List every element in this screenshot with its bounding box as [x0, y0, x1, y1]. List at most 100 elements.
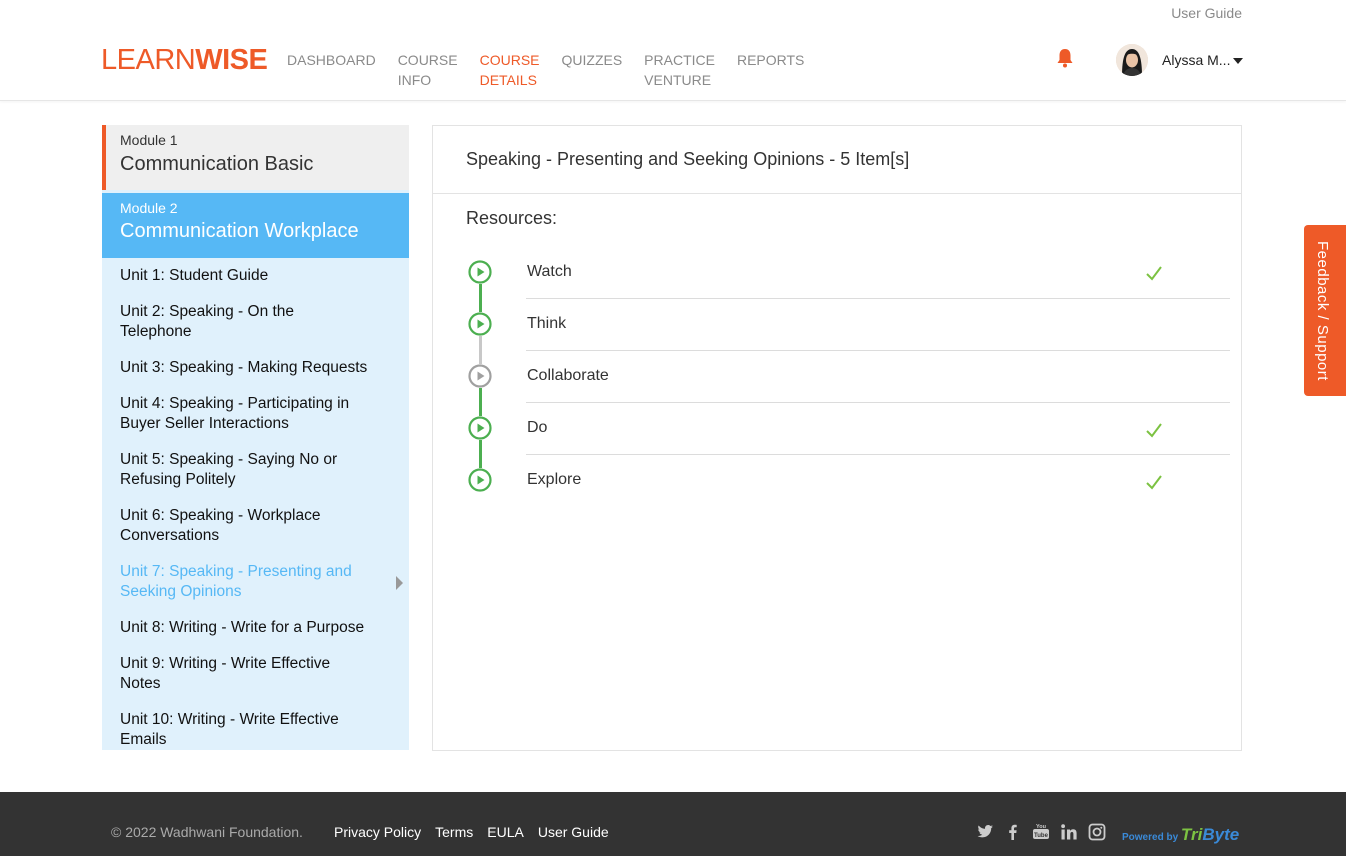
logo-learn: LEARN	[101, 44, 196, 76]
unit-label: Unit 4: Speaking - Participating in	[120, 395, 350, 412]
footer: © 2022 Wadhwani Foundation. Privacy Poli…	[0, 792, 1346, 856]
module-1-item[interactable]: Module 1 Communication Basic	[102, 125, 409, 190]
learnwise-logo[interactable]: LEARNWISE	[101, 44, 268, 76]
nav-course-details[interactable]: COURSE DETAILS	[480, 50, 540, 90]
divider	[526, 402, 1230, 403]
powered-by-text: Powered by	[1122, 832, 1179, 843]
module-2-item[interactable]: Module 2 Communication Workplace	[102, 193, 409, 258]
main-nav: DASHBOARD COURSE INFO COURSE DETAILS QUI…	[287, 50, 826, 90]
top-header: User Guide LEARNWISE DASHBOARD COURSE IN…	[0, 0, 1346, 101]
tribyte-brand: TriByte	[1181, 825, 1239, 844]
nav-label: COURSE	[397, 52, 458, 68]
course-sidebar: Module 1 Communication Basic Module 2 Co…	[102, 125, 409, 750]
unit-label: Unit 7: Speaking - Presenting and	[120, 563, 352, 580]
timeline-connector	[479, 440, 482, 468]
timeline-connector	[479, 388, 482, 416]
facebook-icon[interactable]	[1004, 823, 1022, 841]
privacy-policy-link[interactable]: Privacy Policy	[334, 824, 421, 840]
unit-label: Unit 2: Speaking - On the	[120, 303, 295, 320]
brand-part1: Tri	[1180, 825, 1203, 844]
nav-practice-venture[interactable]: PRACTICE VENTURE	[644, 50, 715, 90]
unit-item[interactable]: Unit 8: Writing - Write for a Purpose	[120, 618, 385, 638]
resource-watch[interactable]: Watch	[527, 263, 572, 281]
svg-text:Tube: Tube	[1034, 833, 1049, 839]
resource-collaborate[interactable]: Collaborate	[527, 367, 609, 385]
module-title: Communication Workplace	[120, 220, 359, 242]
play-circle-icon[interactable]	[468, 364, 492, 388]
unit-item-active[interactable]: Unit 7: Speaking - Presenting and Seekin…	[120, 562, 385, 602]
check-icon	[1146, 475, 1162, 490]
terms-link[interactable]: Terms	[435, 824, 473, 840]
footer-user-guide-link[interactable]: User Guide	[538, 824, 609, 840]
module-label: Module 2	[120, 200, 178, 216]
resource-do[interactable]: Do	[527, 419, 547, 437]
timeline-connector	[479, 284, 482, 312]
play-circle-icon[interactable]	[468, 312, 492, 336]
eula-link[interactable]: EULA	[487, 824, 524, 840]
nav-course-info[interactable]: COURSE INFO	[398, 50, 458, 90]
divider	[526, 350, 1230, 351]
unit-item[interactable]: Unit 1: Student Guide	[120, 266, 385, 286]
feedback-support-tab[interactable]: Feedback / Support	[1304, 225, 1346, 396]
resource-explore[interactable]: Explore	[527, 471, 581, 489]
active-unit-arrow-icon	[396, 576, 403, 590]
unit-label: Buyer Seller Interactions	[120, 415, 289, 432]
unit-label: Emails	[120, 731, 167, 748]
unit-item[interactable]: Unit 3: Speaking - Making Requests	[120, 358, 385, 378]
unit-item[interactable]: Unit 4: Speaking - Participating in Buye…	[120, 394, 385, 434]
nav-dashboard[interactable]: DASHBOARD	[287, 50, 376, 90]
nav-reports[interactable]: REPORTS	[737, 50, 804, 90]
nav-label: QUIZZES	[561, 52, 623, 68]
user-guide-link[interactable]: User Guide	[1171, 5, 1242, 21]
unit-label: Unit 10: Writing - Write Effective	[120, 711, 339, 728]
linkedin-icon[interactable]	[1060, 823, 1078, 841]
unit-item[interactable]: Unit 6: Speaking - Workplace Conversatio…	[120, 506, 385, 546]
unit-item[interactable]: Unit 9: Writing - Write Effective Notes	[120, 654, 385, 694]
instagram-icon[interactable]	[1088, 823, 1106, 841]
nav-label: VENTURE	[644, 72, 712, 88]
unit-item[interactable]: Unit 10: Writing - Write Effective Email…	[120, 710, 385, 750]
unit-label: Unit 6: Speaking - Workplace	[120, 507, 321, 524]
unit-item[interactable]: Unit 5: Speaking - Saying No or Refusing…	[120, 450, 385, 490]
resources-heading: Resources:	[466, 208, 558, 228]
unit-label: Unit 3: Speaking - Making Requests	[120, 359, 368, 376]
play-circle-icon[interactable]	[468, 416, 492, 440]
avatar[interactable]	[1116, 44, 1148, 76]
bell-icon[interactable]	[1056, 48, 1074, 68]
divider	[526, 454, 1230, 455]
unit-title: Speaking - Presenting and Seeking Opinio…	[466, 149, 910, 169]
divider	[433, 193, 1241, 194]
twitter-icon[interactable]	[976, 823, 994, 841]
play-circle-icon[interactable]	[468, 260, 492, 284]
resource-think[interactable]: Think	[527, 315, 566, 333]
powered-by-tribyte-logo[interactable]: Powered by TriByte	[1122, 825, 1239, 845]
divider	[526, 298, 1230, 299]
user-name[interactable]: Alyssa M...	[1162, 52, 1230, 68]
brand-part2: Byte	[1202, 825, 1240, 844]
unit-label: Notes	[120, 675, 161, 692]
nav-quizzes[interactable]: QUIZZES	[562, 50, 623, 90]
timeline-connector	[479, 336, 482, 364]
copyright-text: © 2022 Wadhwani Foundation.	[111, 824, 303, 840]
nav-label: DASHBOARD	[287, 52, 376, 68]
unit-label: Unit 5: Speaking - Saying No or	[120, 451, 338, 468]
unit-label: Refusing Politely	[120, 471, 236, 488]
unit-content-panel: Speaking - Presenting and Seeking Opinio…	[432, 125, 1242, 751]
feedback-label: Feedback / Support	[1314, 241, 1331, 381]
check-icon	[1146, 423, 1162, 438]
unit-label: Unit 9: Writing - Write Effective	[120, 655, 331, 672]
unit-label: Conversations	[120, 527, 220, 544]
unit-item[interactable]: Unit 2: Speaking - On the Telephone	[120, 302, 385, 342]
play-circle-icon[interactable]	[468, 468, 492, 492]
user-menu-chevron-down-icon[interactable]	[1233, 58, 1243, 64]
nav-label: DETAILS	[479, 72, 537, 88]
logo-wise: WISE	[195, 44, 268, 76]
check-icon	[1146, 266, 1162, 281]
module-title: Communication Basic	[120, 153, 314, 175]
unit-label: Seeking Opinions	[120, 583, 242, 600]
nav-label: REPORTS	[736, 52, 805, 68]
unit-label: Telephone	[120, 323, 192, 340]
nav-label: INFO	[397, 72, 432, 88]
youtube-icon[interactable]: Tube You	[1032, 823, 1050, 841]
unit-label: Unit 1: Student Guide	[120, 267, 269, 284]
